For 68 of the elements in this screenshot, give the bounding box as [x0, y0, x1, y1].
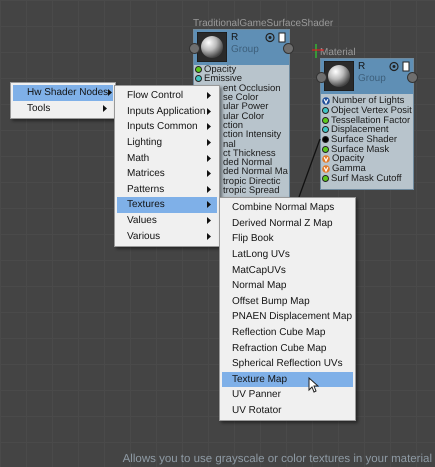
port-label: nal	[223, 140, 236, 149]
port-label: ded Normal Ma	[223, 167, 288, 176]
menu-item[interactable]: LatLong UVs	[222, 246, 353, 262]
menu-item[interactable]: Texture Map	[222, 372, 353, 388]
port-dot[interactable]	[322, 116, 329, 124]
input-port[interactable]	[189, 43, 200, 54]
menu-item[interactable]: Tools	[13, 100, 113, 116]
input-port[interactable]	[316, 72, 327, 83]
port-label: Surf Mask Cutoff	[331, 174, 402, 183]
port-dot[interactable]	[195, 75, 202, 82]
output-port[interactable]	[407, 72, 418, 83]
port-label: ction Intensity	[223, 130, 282, 140]
menu-item[interactable]: Textures	[117, 197, 217, 213]
menu-item[interactable]: Reflection Cube Map	[222, 324, 353, 340]
node-name: R	[231, 32, 240, 44]
menu-item[interactable]: PNAEN Displacement Map	[222, 309, 353, 325]
status-hint: Allows you to use grayscale or color textures in your material	[122, 453, 432, 465]
menu-item[interactable]: MatCapUVs	[222, 262, 353, 278]
menu-item[interactable]: Normal Map	[222, 278, 353, 294]
menu-item[interactable]: UV Panner	[222, 387, 353, 403]
port-label: ct Thickness	[223, 148, 276, 158]
port-v-icon[interactable]	[322, 96, 330, 105]
port-label: ular Power	[223, 102, 268, 112]
port-label: Surface Mask	[331, 144, 390, 154]
port-label: ded Normal	[223, 158, 272, 168]
port-dot[interactable]	[322, 174, 329, 182]
mouse-cursor-icon	[308, 377, 319, 393]
menu-item[interactable]: Flip Book	[222, 231, 353, 247]
menu-item[interactable]: UV Rotator	[222, 402, 353, 418]
menu-item[interactable]: Combine Normal Maps	[222, 200, 353, 216]
port-label: se Color	[223, 93, 258, 102]
connection-line	[296, 137, 322, 199]
node-title: TraditionalGameSurfaceShader	[193, 18, 334, 29]
port-label: Gamma	[332, 164, 366, 174]
port-label: tropic Directic	[223, 176, 281, 186]
node-group-label: Group	[231, 44, 259, 56]
port-label: Emissive	[204, 74, 242, 84]
port-label: Object Vertex Posit	[331, 106, 412, 116]
port-dot[interactable]	[195, 66, 202, 74]
menu-item[interactable]: Derived Normal Z Map	[222, 216, 353, 232]
menu-item[interactable]: Various	[117, 228, 217, 244]
node-name: R	[358, 61, 366, 73]
material-swatch-icon	[324, 61, 354, 91]
menu-item[interactable]: Refraction Cube Map	[222, 340, 353, 356]
port-label: Number of Lights	[332, 96, 404, 106]
port-label: ent Occlusion	[223, 84, 281, 93]
port-label: Tessellation Factor	[331, 116, 410, 125]
node-title: Material	[320, 47, 356, 58]
menu-item[interactable]: Hw Shader Nodes	[13, 85, 113, 101]
port-label: ction	[223, 120, 244, 130]
menu-item[interactable]: Offset Bump Map	[222, 294, 353, 310]
port-dot[interactable]	[322, 136, 329, 144]
output-port[interactable]	[283, 43, 294, 54]
port-label: Opacity	[204, 65, 236, 74]
material-swatch-icon	[197, 32, 227, 62]
port-dot[interactable]	[322, 146, 329, 153]
menu-item[interactable]: Values	[117, 212, 217, 228]
node-group-label: Group	[358, 73, 386, 85]
port-label: Surface Shader	[331, 135, 398, 144]
port-dot[interactable]	[322, 107, 329, 114]
port-label: tropic Spread	[223, 186, 280, 195]
port-label: Opacity	[332, 154, 364, 164]
port-label: ular Color	[223, 112, 264, 121]
node-options-icon[interactable]	[265, 32, 287, 43]
menu-item[interactable]: Spherical Reflection UVs	[222, 356, 353, 372]
port-label: Displacement	[331, 125, 389, 134]
port-dot[interactable]	[322, 126, 329, 134]
node-options-icon[interactable]	[389, 61, 411, 72]
